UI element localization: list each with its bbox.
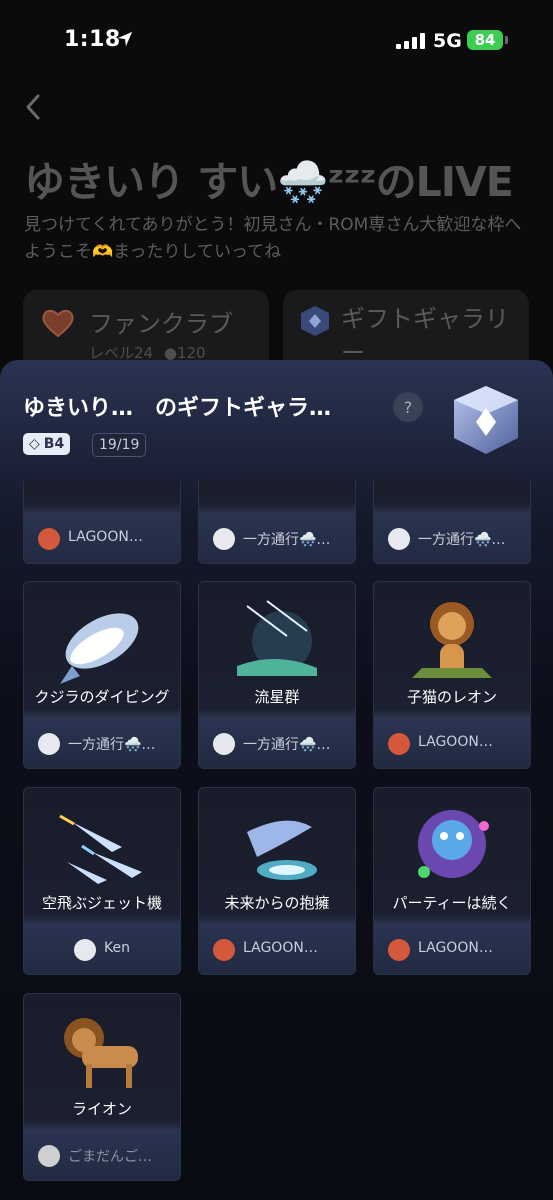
gift-card[interactable]: クジラのダイビング 一方通行🌨️… <box>23 581 181 769</box>
gift-card[interactable]: 花火 一方通行🌨️… <box>373 480 531 564</box>
gift-card[interactable]: 流星群 一方通行🌨️… <box>198 581 356 769</box>
fan-club-label: ファンクラブ <box>89 310 233 338</box>
sheet-title: ゆきいり… のギフトギャラ… <box>23 396 332 421</box>
user-name: 一方通行🌨️… <box>243 737 331 753</box>
user-name: Ken <box>104 940 130 956</box>
gift-sender: LAGOON… <box>374 914 530 974</box>
user-name: 一方通行🌨️… <box>418 532 506 548</box>
gift-count-badge: 19/19 <box>92 433 147 457</box>
cellular-signal-icon <box>396 33 425 49</box>
rank-badge: ◇ B4 <box>23 433 71 455</box>
gift-name: 未来からの抱擁 <box>224 894 330 912</box>
kitten-leon-gift-image <box>412 602 492 678</box>
battery-tip <box>505 36 508 44</box>
gift-name: 空飛ぶジェット機 <box>41 894 162 912</box>
page-description: 見つけてくれてありがとう！初見さん・ROM専さん大歓迎な枠へようこそ🫶まったりし… <box>24 215 522 262</box>
user-name: LAGOON… <box>418 940 493 956</box>
jet-plane-gift-image <box>59 814 142 884</box>
user-avatar <box>388 939 410 961</box>
user-name: 一方通行🌨️… <box>243 532 331 548</box>
party-continues-gift-image <box>418 810 489 878</box>
gift-sender: ごまだんご… <box>24 1120 180 1180</box>
gift-name: 子猫のレオン <box>406 688 497 706</box>
gift-sender: 一方通行🌨️… <box>24 708 180 768</box>
lion-gift-image <box>64 1018 138 1088</box>
heart-icon <box>42 309 74 338</box>
gift-sender: LAGOON… <box>199 914 355 974</box>
gift-sender: 一方通行🌨️… <box>199 708 355 768</box>
user-name: 一方通行🌨️… <box>68 737 156 753</box>
future-embrace-gift-image <box>247 820 317 880</box>
help-icon[interactable]: ? <box>393 392 423 422</box>
gift-card[interactable]: 銀河 一方通行🌨️… <box>198 480 356 564</box>
whale-gift-image <box>60 613 139 684</box>
gift-card[interactable]: 子猫のレオン LAGOON… <box>373 581 531 769</box>
gift-sender: LAGOON… <box>24 503 180 563</box>
gift-grid: 白鳥 LAGOON… 銀河 一方通行🌨️… 花火 一方通行🌨️… <box>0 480 553 1200</box>
user-avatar <box>213 939 235 961</box>
gift-card[interactable]: 未来からの抱擁 LAGOON… <box>198 787 356 975</box>
gift-card[interactable]: ライオン ごまだんご… <box>23 993 181 1181</box>
rank-value: B4 <box>43 436 65 452</box>
battery-icon: 84 <box>467 30 503 50</box>
status-time: 1:18 <box>64 27 121 52</box>
location-arrow-icon <box>117 31 133 47</box>
gift-card[interactable]: 白鳥 LAGOON… <box>23 480 181 564</box>
user-avatar <box>38 733 60 755</box>
gift-name: 流星群 <box>254 688 300 706</box>
gift-sender: Ken <box>24 914 180 974</box>
user-name: ごまだんご… <box>68 1149 152 1165</box>
network-type: 5G <box>433 30 462 52</box>
user-avatar <box>388 528 410 550</box>
gift-name: パーティーは続く <box>392 894 512 912</box>
diamond-icon: ◇ <box>29 436 40 452</box>
meteor-shower-gift-image <box>237 600 317 676</box>
user-name: LAGOON… <box>243 940 318 956</box>
gift-sender: 一方通行🌨️… <box>374 503 530 563</box>
user-avatar <box>74 939 96 961</box>
back-chevron-icon[interactable] <box>20 92 46 122</box>
gift-sender: 一方通行🌨️… <box>199 503 355 563</box>
user-name: LAGOON… <box>418 734 493 750</box>
user-avatar <box>38 1145 60 1167</box>
status-bar: 1:18 5G 84 <box>0 0 553 80</box>
battery-level: 84 <box>474 31 496 49</box>
gift-gallery-sheet: ゆきいり… のギフトギャラ… ? ◇ B4 19/19 白鳥 LAGOON… 銀… <box>0 360 553 1200</box>
user-avatar <box>213 528 235 550</box>
gift-name: クジラのダイビング <box>34 688 170 706</box>
gallery-cube-icon <box>454 386 518 454</box>
user-name: LAGOON… <box>68 529 143 545</box>
user-avatar <box>38 528 60 550</box>
gift-cube-icon <box>301 306 329 336</box>
user-avatar <box>388 733 410 755</box>
gift-card[interactable]: 空飛ぶジェット機 Ken <box>23 787 181 975</box>
gift-name: ライオン <box>71 1100 132 1118</box>
gift-card[interactable]: パーティーは続く LAGOON… <box>373 787 531 975</box>
page-title: ゆきいり すい🌨️ᶻᶻᶻのLIVE <box>24 158 514 206</box>
user-avatar <box>213 733 235 755</box>
gift-sender: LAGOON… <box>374 708 530 768</box>
